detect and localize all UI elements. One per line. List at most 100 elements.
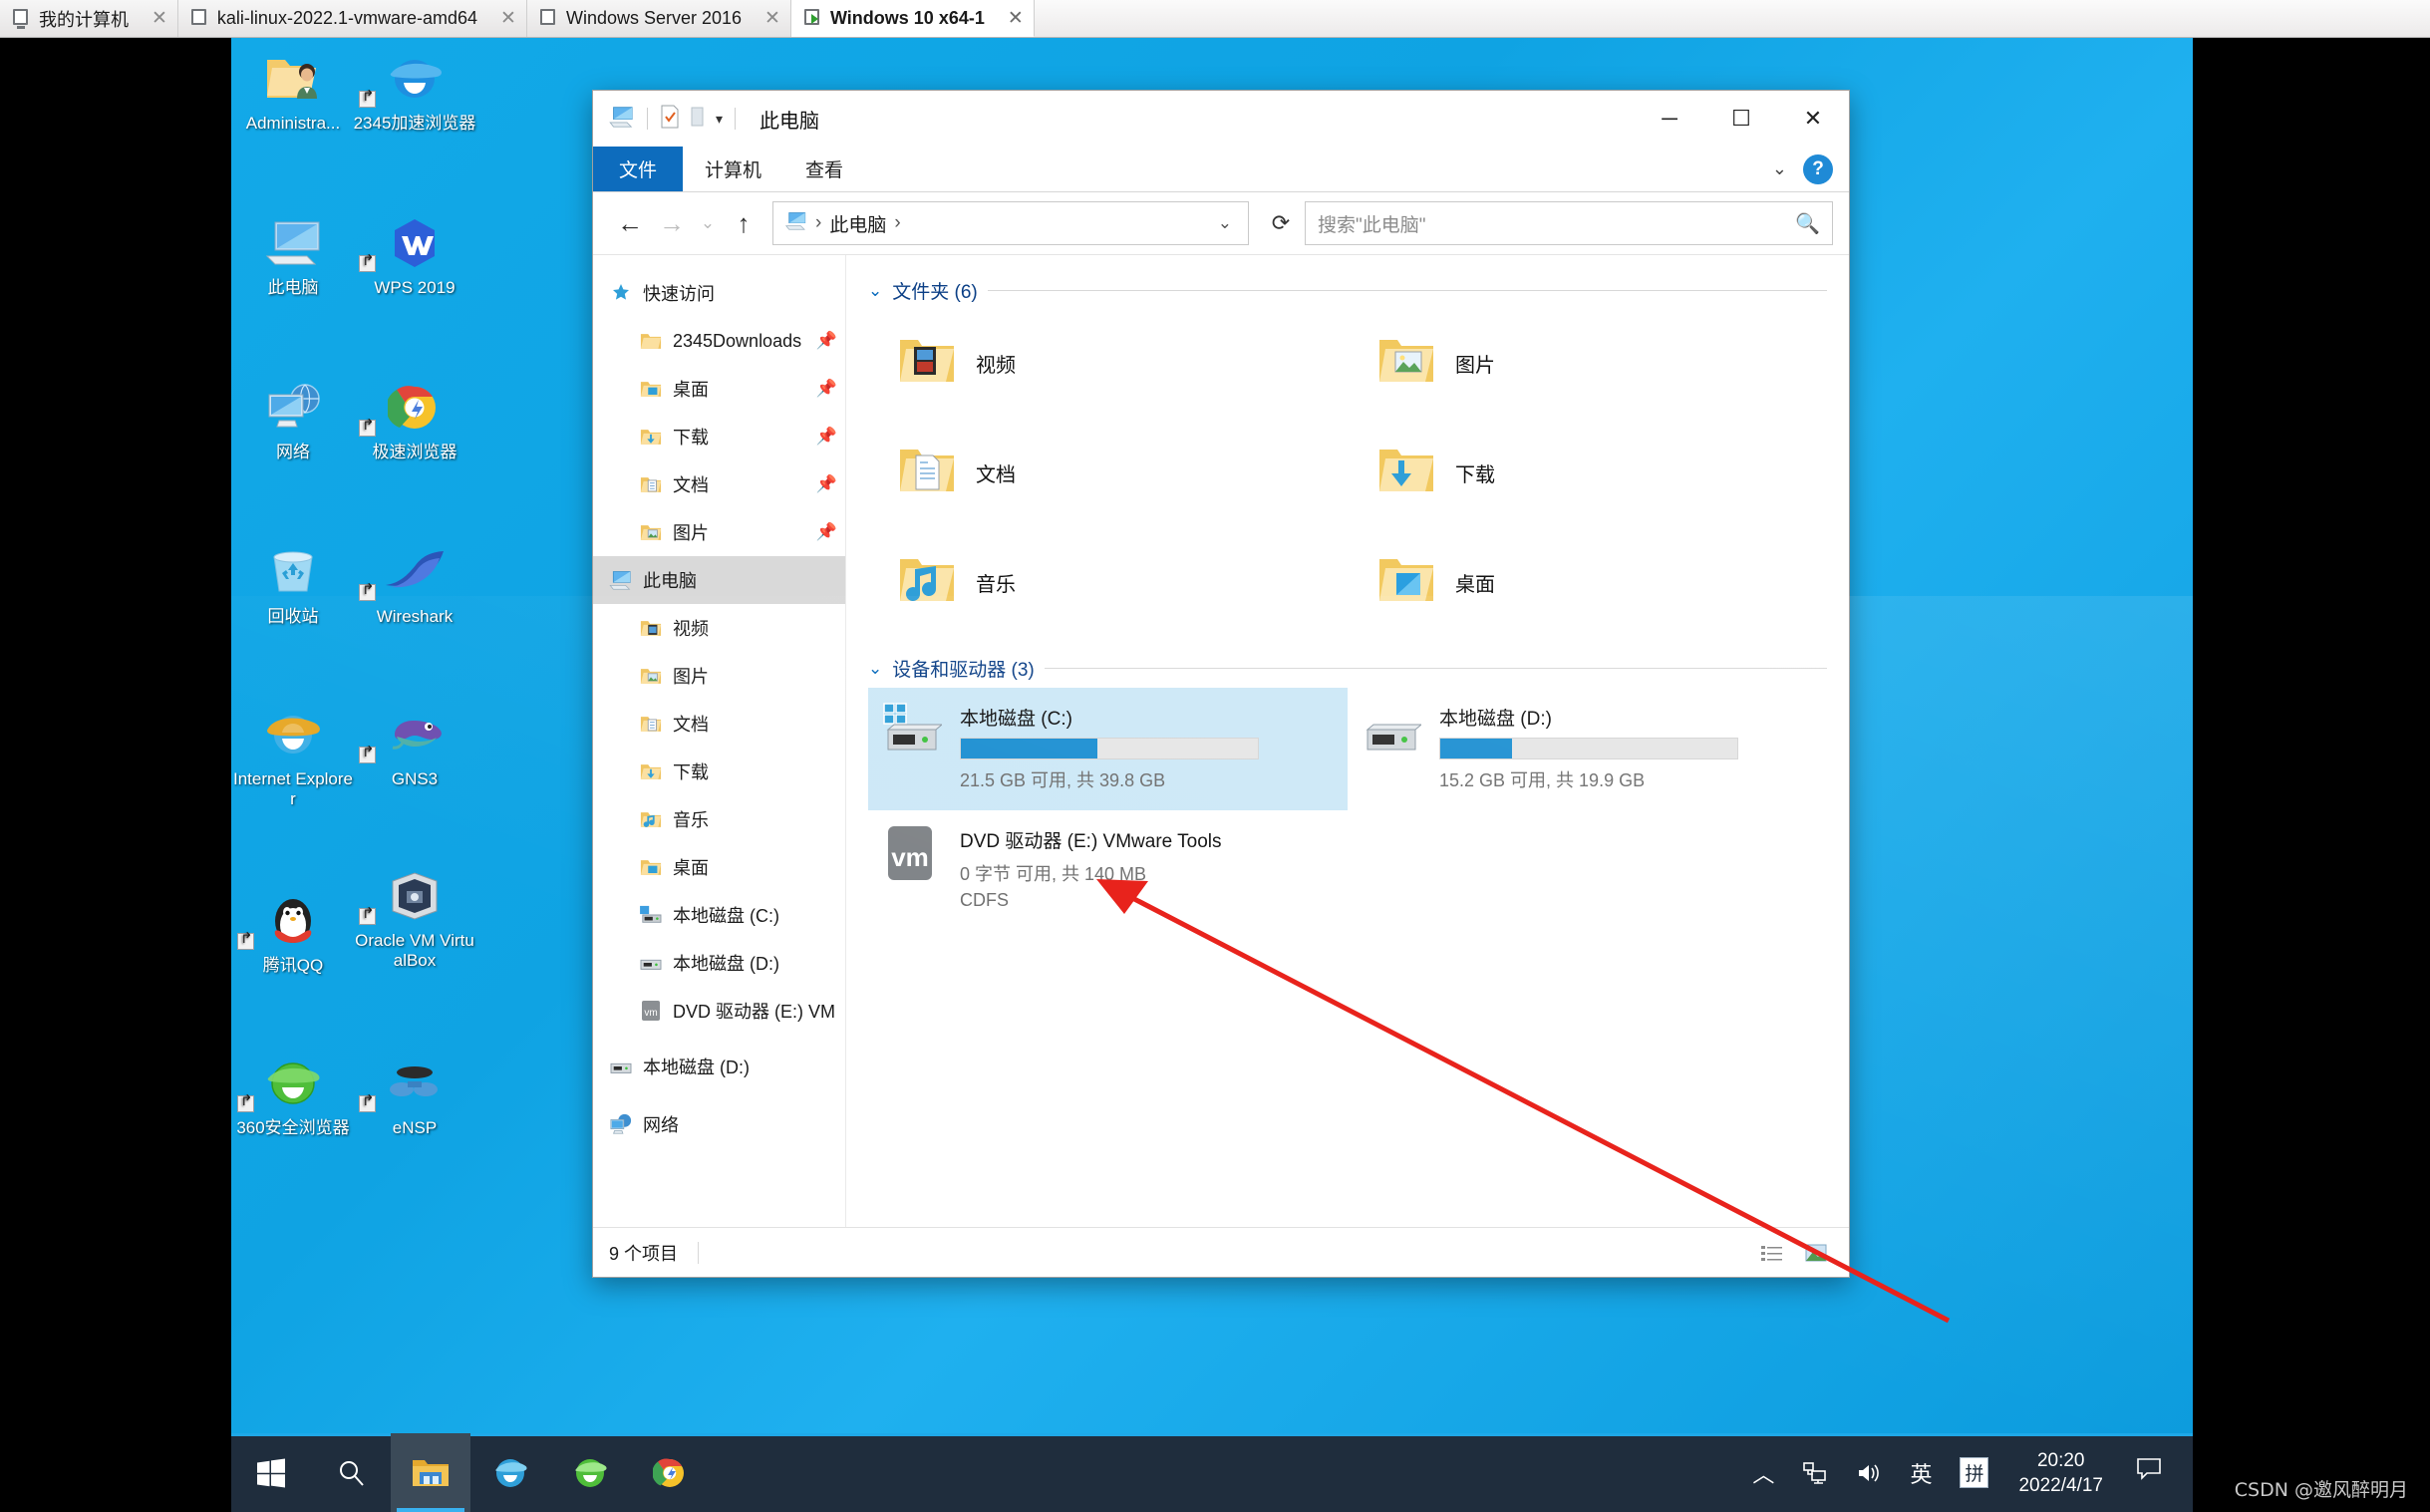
sidebar-item-dvd-drive[interactable]: vm DVD 驱动器 (E:) VM: [593, 987, 845, 1035]
content-pane[interactable]: ⌄ 文件夹 (6) 视频 图片 文档 下载 音乐 桌面 ⌄ 设备和驱动器 (3)…: [846, 255, 1849, 1227]
pin-icon[interactable]: 📌: [816, 427, 837, 447]
desktop-icon-administrator[interactable]: Administra...: [231, 48, 355, 134]
search-input[interactable]: 搜索"此电脑" 🔍: [1305, 201, 1833, 245]
start-button[interactable]: [231, 1433, 311, 1512]
network-tray-icon[interactable]: [1788, 1433, 1842, 1512]
address-dropdown-icon[interactable]: ⌄: [1210, 213, 1240, 233]
close-button[interactable]: ✕: [1777, 91, 1849, 147]
details-view-icon[interactable]: [1755, 1238, 1789, 1268]
vmware-tab-my-computer[interactable]: 我的计算机 ✕: [0, 0, 178, 37]
notification-icon[interactable]: [2119, 1456, 2183, 1489]
desktop-icon-qq[interactable]: 腾讯QQ: [231, 890, 355, 976]
help-button[interactable]: ?: [1803, 153, 1833, 184]
sidebar-item-network[interactable]: 网络: [593, 1100, 845, 1148]
sidebar-item-documents-2[interactable]: 文档: [593, 700, 845, 748]
taskbar-360-browser-button[interactable]: [550, 1433, 630, 1512]
tile-item[interactable]: 下载: [1348, 418, 1827, 527]
tab-view[interactable]: 查看: [783, 147, 865, 191]
vmware-tab-server2016[interactable]: Windows Server 2016 ✕: [526, 0, 791, 37]
desktop-icon-chrome-browser[interactable]: 极速浏览器: [353, 377, 476, 462]
desktop-icon-wireshark[interactable]: Wireshark: [353, 541, 476, 627]
desktop-icon-360-browser[interactable]: 360安全浏览器: [231, 1053, 355, 1138]
desktop-icon-2345-browser[interactable]: 2345加速浏览器: [353, 48, 476, 134]
desktop-icon-recycle-bin[interactable]: 回收站: [231, 541, 355, 627]
close-icon[interactable]: ✕: [152, 7, 167, 30]
drive-item-dvd[interactable]: vm DVD 驱动器 (E:) VMware Tools 0 字节 可用, 共 …: [868, 810, 1348, 929]
sidebar-item-documents[interactable]: 文档 📌: [593, 460, 845, 508]
desktop-icon-ensp[interactable]: eNSP: [353, 1053, 476, 1138]
up-button[interactable]: ↑: [723, 202, 764, 244]
tile-item[interactable]: 音乐: [868, 527, 1348, 637]
sidebar-item-downloads-2[interactable]: 下载: [593, 748, 845, 795]
address-bar[interactable]: › 此电脑 › ⌄: [772, 201, 1249, 245]
tab-computer[interactable]: 计算机: [683, 147, 783, 191]
sidebar-item-2345downloads[interactable]: 2345Downloads 📌: [593, 317, 845, 365]
desktop-icon-gns3[interactable]: GNS3: [353, 704, 476, 789]
sidebar-item-desktop[interactable]: 桌面 📌: [593, 365, 845, 413]
pin-icon[interactable]: 📌: [816, 379, 837, 399]
group-header-folders[interactable]: ⌄ 文件夹 (6): [868, 277, 1827, 304]
breadcrumb-separator[interactable]: ›: [894, 212, 900, 234]
chevron-down-icon[interactable]: ⌄: [1772, 158, 1787, 179]
tile-item[interactable]: 视频: [868, 308, 1348, 418]
vmware-tab-kali[interactable]: kali-linux-2022.1-vmware-amd64 ✕: [177, 0, 527, 37]
vmware-tab-win10[interactable]: Windows 10 x64-1 ✕: [790, 0, 1035, 37]
taskbar-chrome-button[interactable]: [630, 1433, 710, 1512]
taskbar-search-button[interactable]: [311, 1433, 391, 1512]
new-folder-icon[interactable]: [689, 106, 707, 133]
sidebar-item-pictures[interactable]: 图片 📌: [593, 508, 845, 556]
this-pc-icon[interactable]: [609, 106, 635, 133]
minimize-button[interactable]: ─: [1634, 91, 1705, 147]
taskbar-clock[interactable]: 20:20 2022/4/17: [2002, 1448, 2119, 1498]
maximize-button[interactable]: ☐: [1705, 91, 1777, 147]
ime-mode-indicator[interactable]: 拼: [1946, 1433, 2002, 1512]
desktop[interactable]: Administra... 此电脑 网络 回收站 Internet Explor…: [231, 38, 2193, 1433]
group-header-drives[interactable]: ⌄ 设备和驱动器 (3): [868, 655, 1827, 682]
ime-language-indicator[interactable]: 英: [1896, 1433, 1946, 1512]
pin-icon[interactable]: 📌: [816, 331, 837, 351]
sidebar-item-music[interactable]: 音乐: [593, 795, 845, 843]
drive-item-c[interactable]: 本地磁盘 (C:) 21.5 GB 可用, 共 39.8 GB: [868, 688, 1348, 810]
desktop-icon-network[interactable]: 网络: [231, 377, 355, 462]
desktop-icon-this-pc[interactable]: 此电脑: [231, 212, 355, 298]
back-button[interactable]: ←: [609, 202, 651, 244]
window-title-bar[interactable]: ▾ 此电脑 ─ ☐ ✕: [593, 91, 1849, 147]
chevron-down-icon[interactable]: ⌄: [868, 659, 882, 679]
refresh-button[interactable]: ⟳: [1257, 201, 1305, 245]
show-hidden-icons-button[interactable]: ︿: [1738, 1433, 1788, 1512]
pin-icon[interactable]: 📌: [816, 474, 837, 494]
file-explorer-window[interactable]: ▾ 此电脑 ─ ☐ ✕ 文件 计算机 查看 ⌄ ? ← → ⌄ ↑ › 此电脑 …: [592, 90, 1850, 1278]
taskbar-file-explorer-button[interactable]: [391, 1433, 470, 1512]
sidebar-item-videos[interactable]: 视频: [593, 604, 845, 652]
tile-item[interactable]: 图片: [1348, 308, 1827, 418]
sidebar-item-desktop-2[interactable]: 桌面: [593, 843, 845, 891]
sidebar-item-pictures-2[interactable]: 图片: [593, 652, 845, 700]
taskbar[interactable]: ︿ 英 拼 20:20 2022/4/17: [231, 1433, 2193, 1512]
tile-item[interactable]: 文档: [868, 418, 1348, 527]
close-icon[interactable]: ✕: [1008, 7, 1024, 30]
taskbar-edge-button[interactable]: [470, 1433, 550, 1512]
close-icon[interactable]: ✕: [500, 7, 516, 30]
quick-access-toolbar[interactable]: ▾ 此电脑: [609, 105, 819, 134]
volume-icon[interactable]: [1842, 1433, 1896, 1512]
pin-icon[interactable]: 📌: [816, 522, 837, 542]
sidebar-item-drive-d-root[interactable]: 本地磁盘 (D:): [593, 1043, 845, 1090]
sidebar-item-this-pc[interactable]: 此电脑: [593, 556, 845, 604]
sidebar-item-quick-access[interactable]: 快速访问: [593, 269, 845, 317]
close-icon[interactable]: ✕: [764, 7, 780, 30]
sidebar-item-downloads[interactable]: 下载 📌: [593, 413, 845, 460]
tab-file[interactable]: 文件: [593, 147, 684, 191]
sidebar-item-drive-c[interactable]: 本地磁盘 (C:): [593, 891, 845, 939]
chevron-down-icon[interactable]: ⌄: [868, 281, 882, 301]
breadcrumb-this-pc[interactable]: 此电脑: [829, 210, 886, 237]
chevron-down-icon[interactable]: ▾: [716, 111, 723, 128]
recent-locations-button[interactable]: ⌄: [693, 202, 723, 244]
large-icons-view-icon[interactable]: [1799, 1238, 1833, 1268]
desktop-icon-wps-2019[interactable]: WPS 2019: [353, 212, 476, 298]
desktop-icon-virtualbox[interactable]: Oracle VM VirtualBox: [353, 865, 476, 971]
properties-icon[interactable]: [660, 105, 680, 134]
desktop-icon-internet-explorer[interactable]: Internet Explorer: [231, 704, 355, 809]
drive-item-d[interactable]: 本地磁盘 (D:) 15.2 GB 可用, 共 19.9 GB: [1348, 688, 1827, 810]
navigation-pane[interactable]: 快速访问 2345Downloads 📌 桌面 📌 下载 📌 文档 📌 图片 📌…: [593, 255, 846, 1227]
forward-button[interactable]: →: [651, 202, 693, 244]
